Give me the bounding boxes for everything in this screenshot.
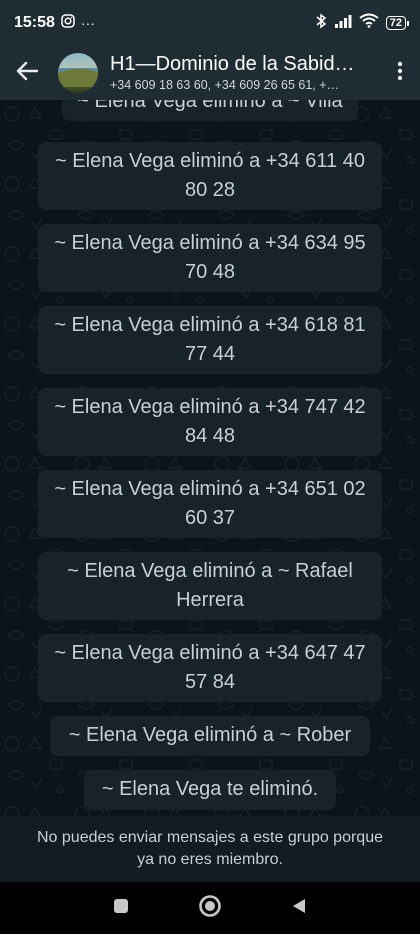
system-message: ~ Elena Vega te eliminó. xyxy=(84,770,336,810)
circle-icon[interactable] xyxy=(198,894,222,923)
system-message: ~ Elena Vega eliminó a ~ Rober xyxy=(50,716,370,756)
bluetooth-icon xyxy=(315,13,327,34)
battery-indicator: 72 xyxy=(385,16,410,30)
system-message: ~ Elena Vega eliminó a +34 634 95 70 48 xyxy=(38,224,382,292)
group-participants: +34 609 18 63 60, +34 609 26 65 61, +… xyxy=(110,78,340,92)
chat-header: H1—Dominio de la Sabid… +34 609 18 63 60… xyxy=(0,46,420,100)
status-bar: 15:58 ··· 72 xyxy=(0,0,420,46)
instagram-icon xyxy=(61,13,75,33)
more-notifications-icon: ··· xyxy=(80,15,95,31)
back-button[interactable] xyxy=(0,46,54,100)
triangle-back-icon[interactable] xyxy=(290,897,308,920)
system-message: ~ Elena Vega eliminó a +34 611 40 80 28 xyxy=(38,142,382,210)
system-message: ~ Elena Vega eliminó a ~ Villa xyxy=(62,100,358,121)
non-member-notice: No puedes enviar mensajes a este grupo p… xyxy=(0,816,420,882)
square-icon[interactable] xyxy=(112,897,130,920)
wifi-icon xyxy=(359,13,379,33)
system-nav-bar xyxy=(0,882,420,934)
system-message: ~ Elena Vega eliminó a ~ Rafael Herrera xyxy=(38,552,382,620)
group-avatar[interactable] xyxy=(58,53,98,93)
status-time: 15:58 xyxy=(14,14,55,31)
system-message: ~ Elena Vega eliminó a +34 647 47 57 84 xyxy=(38,634,382,702)
menu-button[interactable] xyxy=(380,46,420,100)
chat-area[interactable]: ~ Elena Vega eliminó a ~ Villa ~ Elena V… xyxy=(0,100,420,816)
arrow-left-icon xyxy=(16,61,39,86)
group-title: H1—Dominio de la Sabid… xyxy=(110,53,355,75)
more-vert-icon xyxy=(397,61,403,86)
group-info[interactable]: H1—Dominio de la Sabid… +34 609 18 63 60… xyxy=(110,52,372,94)
system-message: ~ Elena Vega eliminó a +34 651 02 60 37 xyxy=(38,470,382,538)
system-message: ~ Elena Vega eliminó a +34 618 81 77 44 xyxy=(38,306,382,374)
system-message: ~ Elena Vega eliminó a +34 747 42 84 48 xyxy=(38,388,382,456)
signal-icon xyxy=(334,14,352,33)
